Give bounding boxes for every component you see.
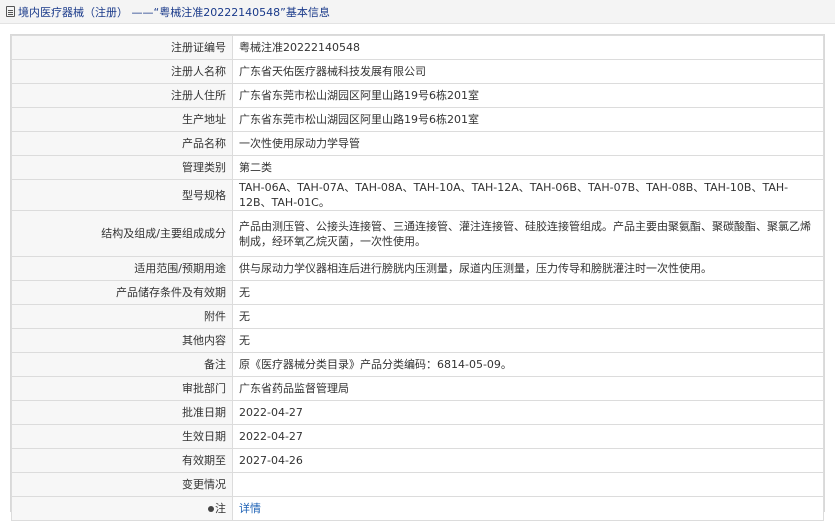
detail-table: 注册证编号 粤械注准20222140548 注册人名称 广东省天佑医疗器械科技发… [11,35,824,521]
row-value: 广东省药品监督管理局 [232,376,824,401]
document-icon [6,6,15,17]
row-value: 粤械注准20222140548 [232,35,824,60]
table-row: 备注 原《医疗器械分类目录》产品分类编码：6814-05-09。 [11,352,824,377]
detail-panel: 注册证编号 粤械注准20222140548 注册人名称 广东省天佑医疗器械科技发… [10,34,825,521]
row-label: 有效期至 [11,448,233,473]
row-value: TAH-06A、TAH-07A、TAH-08A、TAH-10A、TAH-12A、… [232,179,824,211]
row-value: 广东省天佑医疗器械科技发展有限公司 [232,59,824,84]
row-value: 一次性使用尿动力学导管 [232,131,824,156]
row-value: 广东省东莞市松山湖园区阿里山路19号6栋201室 [232,83,824,108]
row-label: 备注 [11,352,233,377]
note-value-cell: 详情 [232,496,824,521]
row-label: 产品储存条件及有效期 [11,280,233,305]
row-value: 2022-04-27 [232,400,824,425]
table-row: 型号规格 TAH-06A、TAH-07A、TAH-08A、TAH-10A、TAH… [11,179,824,211]
row-label: 管理类别 [11,155,233,180]
row-label: 注册证编号 [11,35,233,60]
row-value: 第二类 [232,155,824,180]
table-row: 注册人名称 广东省天佑医疗器械科技发展有限公司 [11,59,824,84]
table-row: 管理类别 第二类 [11,155,824,180]
row-label: 其他内容 [11,328,233,353]
table-row: 其他内容 无 [11,328,824,353]
row-label: 注册人名称 [11,59,233,84]
row-label: 批准日期 [11,400,233,425]
table-row: 注 详情 [11,496,824,521]
table-row: 有效期至 2027-04-26 [11,448,824,473]
row-label: 审批部门 [11,376,233,401]
table-row: 产品储存条件及有效期 无 [11,280,824,305]
row-label: 注册人住所 [11,83,233,108]
table-row: 审批部门 广东省药品监督管理局 [11,376,824,401]
row-value: 无 [232,280,824,305]
table-row: 生产地址 广东省东莞市松山湖园区阿里山路19号6栋201室 [11,107,824,132]
page-title: 境内医疗器械（注册） ——“粤械注准20222140548”基本信息 [18,5,330,19]
row-label: 变更情况 [11,472,233,497]
row-label: 产品名称 [11,131,233,156]
table-row: 注册人住所 广东省东莞市松山湖园区阿里山路19号6栋201室 [11,83,824,108]
table-row: 变更情况 [11,472,824,497]
row-value: 2022-04-27 [232,424,824,449]
row-label: 附件 [11,304,233,329]
table-row: 附件 无 [11,304,824,329]
table-row: 生效日期 2022-04-27 [11,424,824,449]
row-label: 生产地址 [11,107,233,132]
row-value: 2027-04-26 [232,448,824,473]
note-label: 注 [215,502,226,515]
row-label: 生效日期 [11,424,233,449]
row-value [232,472,824,497]
row-label: 结构及组成/主要组成成分 [11,210,233,257]
table-row: 适用范围/预期用途 供与尿动力学仪器相连后进行膀胱内压测量，尿道内压测量，压力传… [11,256,824,281]
table-row: 批准日期 2022-04-27 [11,400,824,425]
row-value: 供与尿动力学仪器相连后进行膀胱内压测量，尿道内压测量，压力传导和膀胱灌注时一次性… [232,256,824,281]
table-row: 结构及组成/主要组成成分 产品由测压管、公接头连接管、三通连接管、灌注连接管、硅… [11,210,824,257]
row-label: 型号规格 [11,179,233,211]
row-value: 无 [232,304,824,329]
row-label: 适用范围/预期用途 [11,256,233,281]
row-value: 无 [232,328,824,353]
row-value: 原《医疗器械分类目录》产品分类编码：6814-05-09。 [232,352,824,377]
bullet-icon [208,506,214,512]
details-link[interactable]: 详情 [239,502,261,515]
page-header: 境内医疗器械（注册） ——“粤械注准20222140548”基本信息 [0,0,835,24]
row-value: 产品由测压管、公接头连接管、三通连接管、灌注连接管、硅胶连接管组成。产品主要由聚… [232,210,824,257]
table-row: 注册证编号 粤械注准20222140548 [11,35,824,60]
table-row: 产品名称 一次性使用尿动力学导管 [11,131,824,156]
row-value: 广东省东莞市松山湖园区阿里山路19号6栋201室 [232,107,824,132]
note-label-cell: 注 [11,496,233,521]
